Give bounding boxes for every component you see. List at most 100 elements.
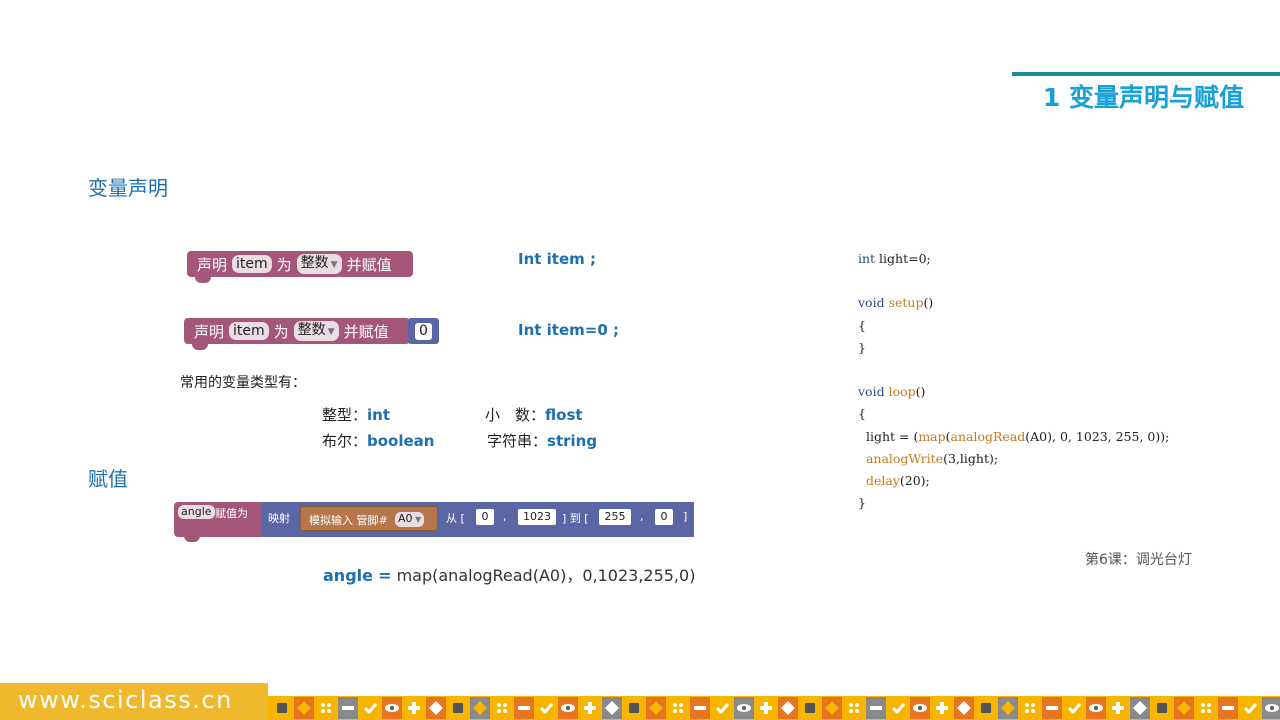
- block-keyword-declare: 声明: [194, 322, 225, 341]
- strip-glyph: [1046, 706, 1058, 710]
- strip-glyph: [805, 703, 815, 713]
- code-line: delay(20);: [858, 470, 1169, 492]
- code-token: light = (: [858, 428, 919, 444]
- type-value: string: [547, 432, 598, 450]
- from-high-field[interactable]: 1023: [518, 509, 556, 525]
- to-low-field[interactable]: 255: [599, 509, 631, 525]
- dropdown-arrow-icon: ▼: [412, 515, 422, 524]
- declare-block[interactable]: 声明 item 为 整数 ▼ 并赋值: [187, 251, 413, 283]
- number-value-block[interactable]: 0: [408, 318, 439, 344]
- strip-glyph: [1222, 706, 1234, 710]
- code-line: }: [858, 337, 1169, 359]
- code-token: map: [918, 428, 946, 444]
- code-token: {: [858, 317, 866, 333]
- strip-glyph: [629, 703, 639, 713]
- footer-url[interactable]: www.sciclass.cn: [18, 686, 233, 714]
- from-low-field[interactable]: 0: [476, 509, 494, 525]
- code-line: }: [858, 492, 1169, 514]
- formula-variable: angle: [323, 566, 373, 585]
- code-token: loop: [888, 384, 916, 400]
- decorative-pattern-icon: [272, 697, 1280, 719]
- code-line: {: [858, 403, 1169, 425]
- code-token: }: [858, 339, 866, 355]
- strip-glyph: [518, 706, 530, 710]
- strip-glyph: [870, 706, 882, 710]
- code-token: analogRead: [950, 428, 1026, 444]
- block-keyword-as: 为: [273, 322, 289, 341]
- strip-glyph: [385, 704, 399, 712]
- code-line: int light=0;: [858, 248, 1169, 270]
- strip-tile: [1020, 697, 1040, 719]
- formula-expression: map(analogRead(A0)，0,1023,255,0): [396, 566, 696, 585]
- strip-tile: [1240, 697, 1260, 719]
- declare-code-1: Int item ;: [518, 250, 596, 268]
- strip-tile: [1196, 697, 1216, 719]
- to-high-field[interactable]: 0: [655, 509, 673, 525]
- types-heading: 常用的变量类型有：: [180, 375, 306, 391]
- block-keyword-assign: 并赋值: [343, 322, 389, 341]
- variable-name-field[interactable]: item: [229, 322, 269, 340]
- strip-tile: [668, 697, 688, 719]
- strip-glyph: [1089, 704, 1103, 712]
- type-label: 小 数：: [485, 406, 546, 424]
- code-line: {: [858, 315, 1169, 337]
- close-bracket: ]: [683, 510, 688, 523]
- pin-dropdown[interactable]: A0 ▼: [395, 512, 425, 527]
- section-heading-declare: 变量声明: [88, 176, 168, 200]
- type-dropdown[interactable]: 整数 ▼: [293, 321, 339, 341]
- assign-block[interactable]: angle 赋值为: [174, 502, 262, 542]
- variable-name-field[interactable]: item: [232, 255, 272, 273]
- strip-glyph: [694, 706, 706, 710]
- type-dropdown[interactable]: 整数 ▼: [296, 254, 342, 274]
- lesson-label: 第6课：调光台灯: [1085, 552, 1192, 568]
- code-line: void setup(): [858, 292, 1169, 314]
- code-token: void: [858, 295, 885, 311]
- strip-glyph: [342, 706, 354, 710]
- declare-code-2: Int item=0 ;: [518, 321, 619, 339]
- pin-dropdown-value: A0: [398, 512, 413, 525]
- number-value-field[interactable]: 0: [415, 322, 432, 340]
- strip-glyph: [561, 704, 575, 712]
- analog-read-block[interactable]: 模拟输入 管脚# A0 ▼: [300, 506, 438, 531]
- type-dropdown-value: 整数: [300, 255, 329, 271]
- type-label: 字符串：: [487, 432, 548, 450]
- type-string: 字符串：string: [487, 430, 597, 451]
- formula-equals: =: [378, 566, 392, 585]
- strip-glyph: [913, 704, 927, 712]
- type-value: int: [367, 406, 391, 424]
- code-token: {: [858, 406, 866, 422]
- assign-variable-field[interactable]: angle: [178, 505, 215, 519]
- strip-tile: [316, 697, 336, 719]
- code-line: light = (map(analogRead(A0), 0, 1023, 25…: [858, 426, 1169, 448]
- code-token: analogWrite: [865, 450, 944, 466]
- code-line: void loop(): [858, 381, 1169, 403]
- declare-assign-block[interactable]: 声明 item 为 整数 ▼ 并赋值: [184, 318, 410, 350]
- strip-tile: [536, 697, 556, 719]
- dropdown-arrow-icon: ▼: [327, 327, 335, 337]
- code-token: delay: [865, 472, 900, 488]
- strip-tile: [712, 697, 732, 719]
- code-panel: int light=0; void setup() {} void loop() { l…: [858, 248, 1169, 514]
- block-keyword-assign: 并赋值: [346, 255, 392, 274]
- section-heading-assign: 赋值: [88, 467, 128, 491]
- code-token: }: [858, 495, 866, 511]
- to-keyword: ] 到 [: [562, 512, 589, 525]
- strip-tile: [1064, 697, 1084, 719]
- type-dropdown-value: 整数: [297, 322, 326, 338]
- strip-glyph: [1157, 703, 1167, 713]
- code-token: (): [915, 384, 926, 400]
- strip-tile: [360, 697, 380, 719]
- dropdown-arrow-icon: ▼: [330, 260, 338, 270]
- code-token: (20);: [899, 472, 930, 488]
- code-token: (A0), 0, 1023, 255, 0));: [1025, 428, 1170, 444]
- assign-formula: angle = map(analogRead(A0)，0,1023,255,0): [323, 562, 695, 586]
- strip-glyph: [453, 703, 463, 713]
- separator-comma: ,: [640, 510, 644, 523]
- strip-tile: [492, 697, 512, 719]
- map-keyword: 映射: [268, 512, 290, 525]
- type-float: 小 数：flost: [485, 404, 583, 425]
- strip-glyph: [737, 704, 751, 712]
- block-connector: [184, 536, 200, 542]
- block-connector: [192, 343, 208, 350]
